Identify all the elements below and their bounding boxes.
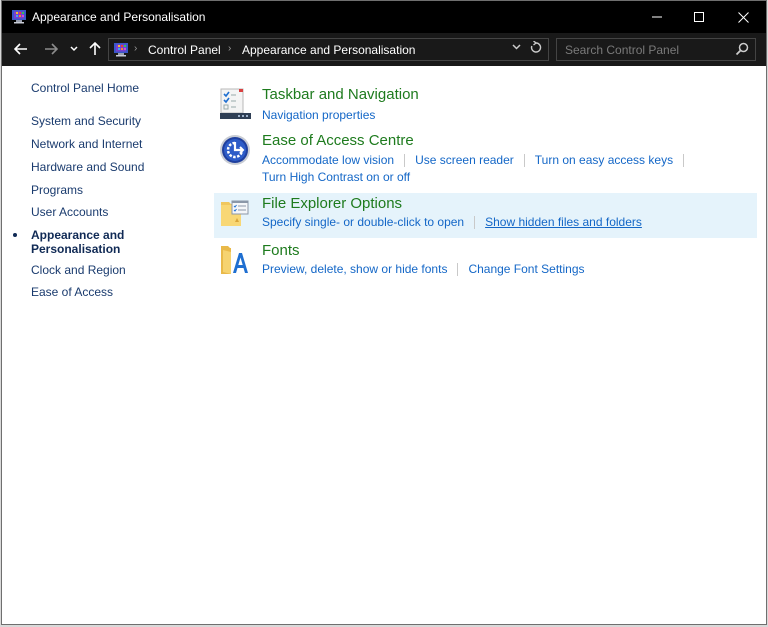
folder-options-icon <box>221 200 249 226</box>
sidebar-item-hardware-sound[interactable]: Hardware and Sound <box>31 160 144 174</box>
category-taskbar-navigation: Taskbar and Navigation Navigation proper… <box>214 86 757 126</box>
forward-button[interactable] <box>42 39 60 59</box>
maximize-icon <box>694 12 704 22</box>
link-separator <box>474 215 476 229</box>
chevron-down-icon <box>70 46 78 52</box>
category-fonts: Fonts Preview, delete, show or hide font… <box>214 242 757 282</box>
sidebar-item-appearance-personalisation[interactable]: Appearance and Personalisation <box>31 228 124 256</box>
sidebar-item-label-line2: Personalisation <box>31 242 121 256</box>
arrow-right-icon <box>45 43 58 55</box>
navigation-bar: › Control Panel › Appearance and Persona… <box>2 33 766 66</box>
chevron-down-icon <box>512 44 521 50</box>
ease-of-access-links-row1: Accommodate low vision Use screen reader… <box>262 153 694 167</box>
arrow-left-icon <box>14 43 27 55</box>
accommodate-low-vision-link[interactable]: Accommodate low vision <box>262 153 394 167</box>
address-dropdown-button[interactable] <box>512 42 521 53</box>
breadcrumb-separator-icon[interactable]: › <box>228 43 231 54</box>
active-bullet-icon <box>13 233 17 237</box>
preview-fonts-link[interactable]: Preview, delete, show or hide fonts <box>262 262 447 276</box>
search-box[interactable] <box>556 38 756 61</box>
breadcrumb-appearance[interactable]: Appearance and Personalisation <box>242 43 415 57</box>
show-hidden-files-link[interactable]: Show hidden files and folders <box>485 215 642 229</box>
sidebar-item-user-accounts[interactable]: User Accounts <box>31 205 108 219</box>
breadcrumb-separator-icon[interactable]: › <box>134 43 137 54</box>
title-bar: Appearance and Personalisation <box>2 1 766 33</box>
category-file-explorer-options[interactable]: File Explorer Options Specify single- or… <box>214 193 757 238</box>
close-icon <box>737 11 749 23</box>
recent-locations-button[interactable] <box>68 39 80 59</box>
fonts-links: Preview, delete, show or hide fonts Chan… <box>262 262 585 276</box>
single-double-click-link[interactable]: Specify single- or double-click to open <box>262 215 464 229</box>
back-button[interactable] <box>12 39 30 59</box>
control-panel-icon <box>114 43 128 57</box>
refresh-icon <box>530 40 542 53</box>
arrow-up-icon <box>89 42 101 55</box>
address-bar[interactable]: › Control Panel › Appearance and Persona… <box>108 38 549 61</box>
refresh-button[interactable] <box>530 40 542 57</box>
ease-of-access-centre-title[interactable]: Ease of Access Centre <box>262 132 414 149</box>
search-icon[interactable] <box>735 42 749 56</box>
minimize-button[interactable] <box>634 1 680 33</box>
link-separator <box>457 262 459 276</box>
control-panel-icon <box>12 10 26 24</box>
easy-access-keys-link[interactable]: Turn on easy access keys <box>535 153 673 167</box>
fonts-folder-icon[interactable] <box>219 244 251 276</box>
use-screen-reader-link[interactable]: Use screen reader <box>415 153 514 167</box>
sidebar-control-panel-home[interactable]: Control Panel Home <box>31 81 139 95</box>
ease-of-access-links-row2: Turn High Contrast on or off <box>262 170 410 184</box>
close-button[interactable] <box>720 1 766 33</box>
breadcrumb-control-panel[interactable]: Control Panel <box>148 43 221 57</box>
fonts-title[interactable]: Fonts <box>262 242 300 259</box>
high-contrast-link[interactable]: Turn High Contrast on or off <box>262 170 410 184</box>
taskbar-icon[interactable] <box>219 88 251 120</box>
up-button[interactable] <box>87 39 103 59</box>
control-panel-window: Appearance and Personalisation › Control… <box>1 0 767 625</box>
sidebar-item-programs[interactable]: Programs <box>31 183 83 197</box>
file-explorer-options-links: Specify single- or double-click to open … <box>262 215 642 229</box>
navigation-properties-link[interactable]: Navigation properties <box>262 108 375 122</box>
change-font-settings-link[interactable]: Change Font Settings <box>468 262 584 276</box>
sidebar-item-system-security[interactable]: System and Security <box>31 114 141 128</box>
taskbar-navigation-title[interactable]: Taskbar and Navigation <box>262 86 419 103</box>
sidebar-item-clock-region[interactable]: Clock and Region <box>31 263 126 277</box>
link-separator <box>683 153 685 167</box>
link-separator <box>404 153 406 167</box>
ease-of-access-icon[interactable] <box>219 134 251 166</box>
sidebar-item-network-internet[interactable]: Network and Internet <box>31 137 142 151</box>
search-input[interactable] <box>557 39 727 60</box>
link-separator <box>523 153 525 167</box>
file-explorer-options-title[interactable]: File Explorer Options <box>262 195 402 212</box>
minimize-icon <box>652 16 662 18</box>
sidebar-item-ease-of-access[interactable]: Ease of Access <box>31 285 113 299</box>
maximize-button[interactable] <box>676 1 722 33</box>
sidebar-item-label-line1: Appearance and <box>31 228 125 242</box>
window-title: Appearance and Personalisation <box>32 10 206 24</box>
taskbar-navigation-links: Navigation properties <box>262 108 375 122</box>
category-ease-of-access: Ease of Access Centre Accommodate low vi… <box>214 132 757 184</box>
